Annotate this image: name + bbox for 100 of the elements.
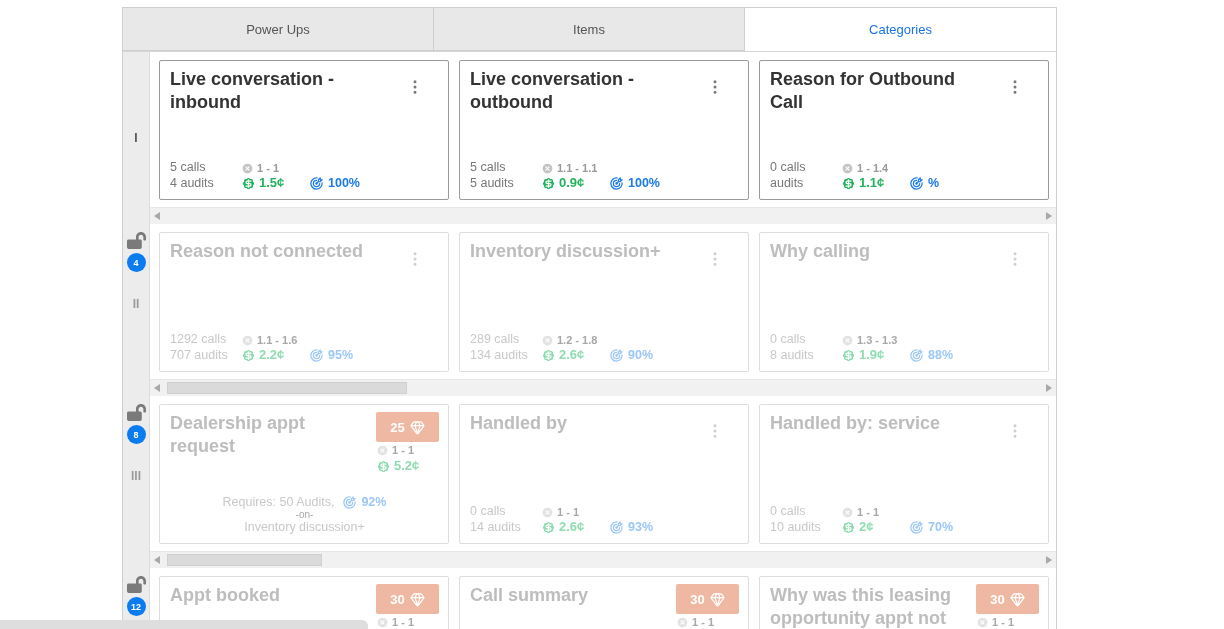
card-title: Handled by <box>470 412 567 435</box>
cost-value: 1.9¢ <box>859 347 885 363</box>
target-icon <box>609 519 624 535</box>
scroll-right-icon[interactable] <box>1046 212 1052 220</box>
accuracy-value: 93% <box>628 519 654 535</box>
target-icon <box>909 519 924 535</box>
cost-value: 2¢ <box>859 519 874 535</box>
multiplier-range: 1 - 1 <box>692 616 714 629</box>
dollar-badge-icon <box>376 458 391 474</box>
unlock-price-button[interactable]: 30 <box>676 584 739 614</box>
gem-icon <box>1009 591 1025 607</box>
gem-icon <box>409 591 425 607</box>
multiplier-range: 1.1 - 1.1 <box>557 162 598 175</box>
card-title: Handled by: service <box>770 412 941 435</box>
multiplier-icon <box>676 616 689 629</box>
unlock-price-button[interactable]: 30 <box>376 584 439 614</box>
lock-open-icon <box>126 403 146 422</box>
cost-value: 1.5¢ <box>259 175 285 191</box>
calls-count: 0 calls <box>770 159 807 175</box>
unlock-price-button[interactable]: 30 <box>976 584 1039 614</box>
dollar-badge-icon <box>541 347 556 363</box>
tab[interactable]: Power Ups <box>123 8 434 51</box>
card-title: Live conversation - inbound <box>170 68 336 114</box>
accuracy-value: 100% <box>328 175 360 191</box>
dollar-badge-icon <box>841 175 856 191</box>
target-icon <box>909 175 924 191</box>
audits-count: audits <box>770 175 805 191</box>
count-badge: 12 <box>126 597 146 616</box>
card-title: Reason for Outbound Call <box>770 68 956 114</box>
category-card[interactable]: Reason for Outbound Call 0 calls audits 1 - 1.4 1.1¢ % <box>759 60 1049 200</box>
multiplier-range: 1 - 1 <box>992 616 1014 629</box>
level-numeral: I <box>134 131 138 145</box>
card-title: Call summary <box>470 584 589 607</box>
multiplier-icon <box>541 506 554 519</box>
multiplier-icon <box>376 444 389 457</box>
card-title: Dealership appt request <box>170 412 307 458</box>
dollar-badge-icon <box>541 175 556 191</box>
multiplier-icon <box>841 506 854 519</box>
multiplier-range: 1 - 1 <box>392 444 414 457</box>
multiplier-icon <box>841 334 854 347</box>
horizontal-scrollbar[interactable] <box>150 551 1056 568</box>
scroll-left-icon[interactable] <box>154 384 160 392</box>
lock-open-icon <box>126 575 146 594</box>
dollar-badge-icon <box>841 519 856 535</box>
audits-count: 5 audits <box>470 175 515 191</box>
accuracy-value: 88% <box>928 347 954 363</box>
multiplier-range: 1 - 1 <box>392 616 414 629</box>
cost-value: 1.1¢ <box>859 175 885 191</box>
multiplier-icon <box>541 162 554 175</box>
dollar-badge-icon <box>841 347 856 363</box>
multiplier-range: 1 - 1.4 <box>857 162 889 175</box>
accuracy-value: 90% <box>628 347 654 363</box>
card-title: Why was this leasing opportunity appt not <box>770 584 953 629</box>
category-card[interactable]: Call summary 30 1 - 1 <box>459 576 749 629</box>
multiplier-range: 1 - 1 <box>857 506 879 519</box>
count-badge: 4 <box>126 253 146 272</box>
multiplier-icon <box>241 334 254 347</box>
joiner-text: -on- <box>295 510 314 519</box>
count-badge: 8 <box>126 425 146 444</box>
dollar-badge-icon <box>241 347 256 363</box>
card-title: Why calling <box>770 240 870 263</box>
calls-count: 5 calls <box>170 159 207 175</box>
cost-value: 0.9¢ <box>559 175 585 191</box>
multiplier-range: 1.3 - 1.3 <box>857 334 898 347</box>
card-title: Reason not connected <box>170 240 364 263</box>
scroll-left-icon[interactable] <box>154 212 160 220</box>
horizontal-scrollbar[interactable] <box>150 379 1056 396</box>
target-icon <box>342 494 358 510</box>
category-card[interactable]: Live conversation - outbound 5 calls 5 audits 1.1 - 1.1 0.9¢ 100% <box>459 60 749 200</box>
scroll-right-icon[interactable] <box>1046 384 1052 392</box>
dollar-badge-icon <box>541 519 556 535</box>
card-title: Inventory discussion+ <box>470 240 661 263</box>
multiplier-range: 1.2 - 1.8 <box>557 334 598 347</box>
scroll-right-icon[interactable] <box>1046 556 1052 564</box>
audits-count: 4 audits <box>170 175 215 191</box>
gem-icon <box>709 591 725 607</box>
category-card[interactable]: Why was this leasing opportunity appt not 30 1 - 1 <box>759 576 1049 629</box>
tab[interactable]: Items <box>434 8 745 51</box>
cost-value: 2.6¢ <box>559 519 585 535</box>
multiplier-icon <box>241 162 254 175</box>
scroll-left-icon[interactable] <box>154 556 160 564</box>
multiplier-icon <box>376 616 389 629</box>
target-icon <box>609 175 624 191</box>
category-card[interactable]: Live conversation - inbound 5 calls 4 audits 1 - 1 1.5¢ 100% <box>159 60 449 200</box>
multiplier-icon <box>541 334 554 347</box>
horizontal-scrollbar[interactable] <box>150 207 1056 224</box>
accuracy-value: 95% <box>328 347 354 363</box>
accuracy-value: 92% <box>361 494 387 510</box>
unlock-price-button[interactable]: 25 <box>376 412 439 442</box>
calls-count: 5 calls <box>470 159 507 175</box>
card-title: Live conversation - outbound <box>470 68 636 114</box>
gem-icon <box>409 419 425 435</box>
target-icon <box>909 347 924 363</box>
accuracy-value: % <box>928 175 940 191</box>
cost-value: 2.2¢ <box>259 347 285 363</box>
card-title: Appt booked <box>170 584 280 607</box>
multiplier-range: 1 - 1 <box>557 506 579 519</box>
multiplier-range: 1.1 - 1.6 <box>257 334 298 347</box>
accuracy-value: 70% <box>928 519 954 535</box>
target-icon <box>309 347 324 363</box>
